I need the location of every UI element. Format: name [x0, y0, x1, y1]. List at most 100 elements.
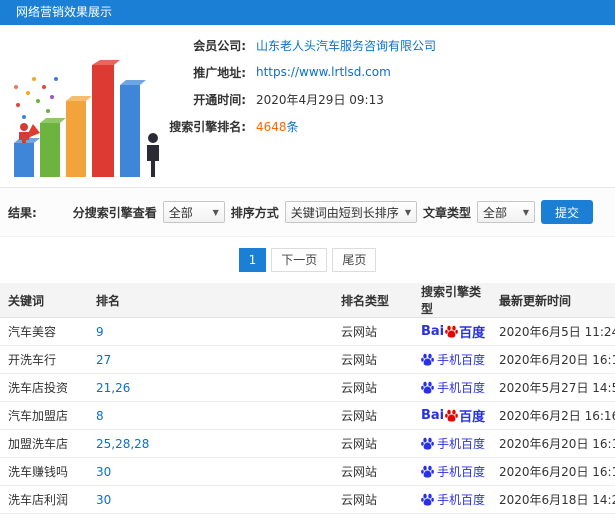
engine-rank-label: 搜索引擎排名:: [169, 119, 246, 134]
article-type-value: 全部: [482, 205, 507, 220]
updated-time-cell: 2020年6月2日 16:16: [491, 401, 615, 430]
chevron-down-icon: ▼: [212, 207, 219, 217]
updated-time-cell: 2020年6月18日 14:30: [491, 513, 615, 520]
filter-controls: 分搜索引擎查看 全部 ▼ 排序方式 关键词由短到长排序 ▼ 文章类型 全部 ▼ …: [73, 200, 607, 224]
baidu-logo: Bai百度: [421, 324, 486, 341]
table-row: 汽车加盟店 8 云网站 Bai 百度 2020年6月2日 16:16: [0, 401, 615, 430]
mobile-baidu-logo: 手机百度: [421, 435, 485, 452]
article-type-select[interactable]: 全部 ▼: [476, 201, 535, 223]
keyword-cell: 洗车店加盟: [0, 513, 88, 520]
keyword-cell: 洗车赚钱吗: [0, 457, 88, 486]
table-row: 加盟洗车店 25,28,28 云网站 手机百度 2020年6月20日 16:11: [0, 429, 615, 458]
engine-filter-label: 分搜索引擎查看: [72, 205, 157, 220]
company-row: 会员公司: 山东老人头汽车服务咨询有限公司: [158, 37, 436, 53]
confetti-dots: [14, 77, 58, 119]
header-engine-type: 搜索引擎类型: [413, 283, 491, 318]
header-rank: 排名: [88, 283, 333, 318]
keyword-cell: 洗车店投资: [0, 373, 88, 402]
rank-link[interactable]: 30: [96, 465, 111, 479]
page: 网络营销效果展示 会员公司: 山东老人头汽车服务咨询有限公司 推广地址: htt…: [0, 0, 615, 520]
updated-time-cell: 2020年6月5日 11:24: [491, 317, 615, 346]
rank-link[interactable]: 27: [96, 353, 111, 367]
mobile-baidu-paw-icon: [421, 465, 434, 478]
promo-url-row: 推广地址: https://www.lrtlsd.com: [158, 64, 436, 80]
mobile-baidu-logo: 手机百度: [421, 351, 485, 368]
rank-type-cell: 云网站: [333, 457, 413, 486]
rank-type-cell: 云网站: [333, 429, 413, 458]
keyword-cell: 洗车店利润: [0, 485, 88, 514]
open-time-label: 开通时间:: [193, 92, 246, 107]
page-title-bar: 网络营销效果展示: [0, 0, 615, 25]
red-person-figure: [19, 123, 29, 143]
baidu-paw-icon: [445, 325, 458, 338]
table-header-row: 关键词 排名 排名类型 搜索引擎类型 最新更新时间: [0, 283, 615, 318]
mobile-baidu-paw-icon: [421, 353, 434, 366]
engine-cell: 手机百度: [413, 429, 491, 458]
engine-cell: 手机百度: [413, 457, 491, 486]
keyword-cell: 汽车加盟店: [0, 401, 88, 430]
updated-time-cell: 2020年6月20日 16:16: [491, 345, 615, 374]
header-keyword: 关键词: [0, 283, 88, 318]
mobile-baidu-logo: 手机百度: [421, 379, 485, 396]
mobile-baidu-logo: 手机百度: [421, 463, 485, 480]
rank-link[interactable]: 21,26: [96, 381, 130, 395]
table-row: 洗车店利润 30 云网站 手机百度 2020年6月18日 14:27: [0, 485, 615, 514]
rank-link[interactable]: 9: [96, 325, 104, 339]
updated-time-cell: 2020年6月18日 14:27: [491, 485, 615, 514]
rank-type-cell: 云网站: [333, 485, 413, 514]
mobile-baidu-paw-icon: [421, 381, 434, 394]
submit-button[interactable]: 提交: [540, 200, 593, 224]
keyword-cell: 加盟洗车店: [0, 429, 88, 458]
engine-cell: 手机百度: [413, 373, 491, 402]
engine-filter-select[interactable]: 全部 ▼: [162, 201, 225, 223]
rank-type-cell: 云网站: [333, 317, 413, 346]
keyword-cell: 开洗车行: [0, 345, 88, 374]
engine-cell: Bai百度: [413, 401, 491, 430]
keyword-cell: 汽车美容: [0, 317, 88, 346]
rank-count: 4648: [256, 119, 287, 134]
page-title: 网络营销效果展示: [16, 5, 113, 19]
member-info-panel: 会员公司: 山东老人头汽车服务咨询有限公司 推广地址: https://www.…: [158, 37, 436, 145]
engine-filter-value: 全部: [168, 205, 193, 220]
company-link[interactable]: 山东老人头汽车服务咨询有限公司: [256, 37, 436, 54]
rank-type-cell: 云网站: [333, 373, 413, 402]
ranking-table: 关键词 排名 排名类型 搜索引擎类型 最新更新时间 汽车美容 9 云网站 Bai…: [0, 283, 615, 520]
chevron-down-icon: ▼: [522, 207, 529, 217]
engine-rank-row: 搜索引擎排名: 4648条: [158, 118, 436, 134]
article-type-label: 文章类型: [422, 205, 471, 220]
rank-type-cell: 云网站: [333, 401, 413, 430]
page-button-current[interactable]: 1: [238, 248, 267, 272]
updated-time-cell: 2020年6月20日 16:11: [491, 429, 615, 458]
rank-link[interactable]: 8: [96, 409, 104, 423]
rank-link[interactable]: 30: [96, 493, 111, 507]
bar-chart-graphic: [14, 60, 159, 177]
sort-select[interactable]: 关键词由短到长排序 ▼: [284, 201, 417, 223]
sort-value: 关键词由短到长排序: [290, 205, 399, 220]
engine-cell: 手机百度: [413, 345, 491, 374]
promo-url-link[interactable]: https://www.lrtlsd.com: [256, 65, 391, 79]
hero-section: 会员公司: 山东老人头汽车服务咨询有限公司 推广地址: https://www.…: [0, 25, 615, 188]
filter-bar: 结果: 分搜索引擎查看 全部 ▼ 排序方式 关键词由短到长排序 ▼ 文章类型 全…: [0, 188, 615, 237]
next-page-button[interactable]: 下一页: [271, 248, 328, 272]
sort-label: 排序方式: [230, 205, 279, 220]
company-label: 会员公司:: [193, 38, 246, 53]
table-row: 汽车美容 9 云网站 Bai 百度 2020年6月5日 11:24: [0, 317, 615, 346]
header-updated: 最新更新时间: [491, 283, 615, 318]
mobile-baidu-logo: 手机百度: [421, 491, 485, 508]
last-page-button[interactable]: 尾页: [332, 248, 377, 272]
header-rank-type: 排名类型: [333, 283, 413, 318]
result-section-label: 结果:: [8, 205, 37, 220]
engine-rank-value: 4648条: [256, 118, 299, 135]
engine-cell: Bai百度: [413, 317, 491, 346]
pagination: 1 下一页 尾页: [0, 237, 615, 283]
bar-chart-illustration: [4, 27, 164, 185]
updated-time-cell: 2020年6月20日 16:12: [491, 457, 615, 486]
engine-cell: 手机百度: [413, 485, 491, 514]
mobile-baidu-paw-icon: [421, 437, 434, 450]
promo-url-label: 推广地址:: [193, 65, 246, 80]
rank-type-cell: 云网站: [333, 345, 413, 374]
updated-time-cell: 2020年5月27日 14:58: [491, 373, 615, 402]
open-time-value: 2020年4月29日 09:13: [256, 92, 384, 107]
rank-unit: 条: [286, 119, 299, 134]
rank-link[interactable]: 25,28,28: [96, 437, 149, 451]
